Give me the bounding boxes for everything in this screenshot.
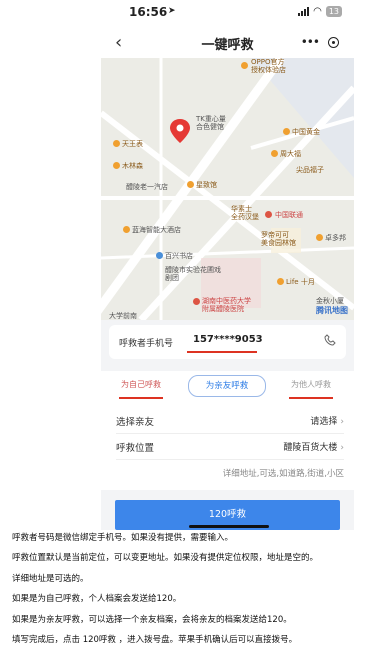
status-icons: ◠ 13	[298, 6, 342, 17]
tab-label: 为自己呼救	[121, 380, 161, 389]
location-label: 呼救位置	[116, 443, 155, 454]
map-provider-logo: 腾讯地图	[316, 306, 348, 315]
address-placeholder: 详细地址,可选,如道路,街道,小区	[222, 469, 344, 479]
status-bar: 16:56 ➤ ◠ 13	[101, 0, 354, 26]
chevron-right-icon: ›	[340, 443, 344, 453]
map-label: 天王表	[122, 140, 143, 148]
chevron-right-icon: ›	[340, 417, 344, 427]
map-label: 卓多邦	[325, 234, 346, 242]
tab-call-for-self[interactable]: 为自己呼救	[119, 379, 163, 399]
location-value: 醴陵百货大楼 ›	[283, 443, 344, 453]
note-line: 呼救者号码是微信绑定手机号。如果没有提供，需要输入。	[12, 533, 234, 543]
map-poi-dot	[193, 298, 200, 305]
map-label: 授权体验店	[251, 66, 286, 74]
map-label: 全药汉堡	[231, 213, 259, 221]
map-poi-dot	[283, 128, 290, 135]
map-label: 醴陵市实验花圃戏剧团	[165, 266, 221, 282]
highlight-underline	[289, 397, 333, 399]
location-pin-icon[interactable]	[167, 118, 193, 144]
map-label: 合色健馆	[196, 123, 224, 131]
note-line: 呼救位置默认是当前定位，可以变更地址。如果没有提供定位权限，地址是空的。	[12, 553, 319, 564]
highlight-underline	[119, 397, 163, 399]
caller-phone-label: 呼救者手机号	[119, 339, 174, 349]
choose-friend-value: 请选择 ›	[310, 417, 344, 427]
note-line: 如果是为自己呼救，个人档案会发送给120。	[12, 594, 182, 605]
map-poi-dot	[316, 234, 323, 241]
note-line: 详细地址是可选的。	[12, 573, 89, 584]
status-time: 16:56	[129, 5, 168, 19]
tab-label: 为他人呼救	[291, 380, 331, 389]
choose-friend-label: 选择亲友	[116, 417, 155, 428]
map-label: 木林森	[122, 162, 143, 170]
note-line: 填写完成后，点击 120呼救 ，进入拨号盘。苹果手机确认后可以直接拨号。	[12, 634, 298, 645]
tab-call-for-others[interactable]: 为他人呼救	[289, 379, 333, 399]
highlight-underline	[187, 351, 257, 353]
tab-call-for-friend[interactable]: 为亲友呼救	[188, 375, 266, 397]
location-arrow-icon: ➤	[168, 6, 176, 16]
map-label: 美食园林馆	[261, 239, 296, 247]
nav-bar: ‹ 一键呼救 •••	[101, 26, 354, 58]
wifi-icon: ◠	[313, 5, 322, 17]
map-view[interactable]: OPPO官方 授权体验店 TK重心量 合色健馆 天王表 中国黄金 木林森 周大福…	[101, 58, 354, 320]
mini-program-capsule: •••	[296, 32, 344, 52]
caller-phone-number[interactable]: 157****9053	[193, 334, 263, 345]
map-label: 中国联通	[275, 211, 303, 219]
location-row[interactable]: 呼救位置 醴陵百货大楼 ›	[116, 433, 344, 460]
call-form: 选择亲友 请选择 › 呼救位置 醴陵百货大楼 › 详细地址,可选,如道路,街道,小区	[101, 405, 354, 490]
address-field[interactable]: 详细地址,可选,如道路,街道,小区	[116, 460, 344, 486]
phone-icon[interactable]	[324, 334, 336, 346]
map-label: 蓝海智能大酒店	[132, 226, 181, 234]
map-label: 星致馆	[196, 181, 217, 189]
map-poi-dot	[271, 150, 278, 157]
close-target-icon[interactable]	[328, 36, 340, 48]
map-label: 中国黄金	[292, 128, 320, 136]
tab-label: 为亲友呼救	[205, 381, 249, 391]
signal-icon	[298, 7, 310, 16]
home-indicator	[189, 525, 269, 528]
map-poi-dot	[265, 211, 272, 218]
map-poi-dot	[156, 252, 163, 259]
more-menu-icon[interactable]: •••	[301, 35, 320, 49]
map-poi-dot	[113, 162, 120, 169]
map-label: 百兴书店	[165, 252, 193, 260]
map-poi-dot	[187, 181, 194, 188]
map-label: Life 十月	[286, 278, 315, 286]
choose-friend-row[interactable]: 选择亲友 请选择 ›	[116, 407, 344, 434]
map-poi-dot	[113, 140, 120, 147]
map-label: 尖品福子	[296, 166, 324, 174]
phone-screen: 16:56 ➤ ◠ 13 ‹ 一键呼救 ••• OPPO官方 授权体验店 TK重…	[101, 0, 354, 530]
map-label: 附属醴陵医院	[202, 305, 244, 313]
call-target-tabs: 为自己呼救 为亲友呼救 为他人呼救	[101, 371, 354, 405]
note-line: 如果是为亲友呼救，可以选择一个亲友档案，会将亲友的档案发送给120。	[12, 614, 292, 625]
map-label: 醴陵老一汽店	[126, 183, 168, 191]
battery-icon: 13	[325, 6, 342, 17]
map-poi-dot	[123, 226, 130, 233]
map-poi-dot	[277, 278, 284, 285]
caller-phone-card: 呼救者手机号 157****9053	[109, 325, 346, 359]
map-label: 大学前南	[109, 312, 137, 320]
annotation-notes: 呼救者号码是微信绑定手机号。如果没有提供，需要输入。 呼救位置默认是当前定位，可…	[12, 533, 382, 655]
map-poi-dot	[241, 62, 248, 69]
map-label: 周大福	[280, 150, 301, 158]
